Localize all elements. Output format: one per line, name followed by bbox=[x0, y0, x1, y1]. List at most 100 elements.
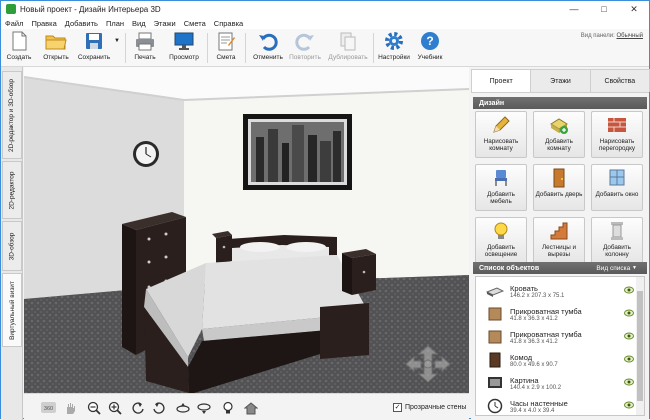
printer-icon bbox=[134, 31, 156, 51]
draw-room-button[interactable]: Нарисовать комнату bbox=[475, 111, 527, 158]
add-window-button[interactable]: Добавить окно bbox=[591, 164, 643, 211]
checkbox-box[interactable]: ✓ bbox=[393, 403, 402, 412]
menu-bar: Файл Правка Добавить План Вид Этажи Смет… bbox=[1, 17, 649, 29]
panel-view-value[interactable]: Обычный bbox=[616, 33, 643, 39]
redo-icon bbox=[294, 31, 316, 51]
visibility-icon[interactable] bbox=[624, 332, 634, 340]
stairs-cutouts-button[interactable]: Лестницы и вырезы bbox=[533, 217, 585, 264]
menu-floors[interactable]: Этажи bbox=[150, 19, 180, 28]
close-button[interactable]: ✕ bbox=[619, 1, 649, 17]
add-room-button[interactable]: Добавить комнату bbox=[533, 111, 585, 158]
window-icon bbox=[607, 168, 627, 188]
print-button[interactable]: Печать bbox=[131, 31, 159, 65]
tab-3d-view[interactable]: 3D-обзор bbox=[2, 221, 22, 271]
visibility-icon[interactable] bbox=[624, 309, 634, 317]
minimize-button[interactable]: — bbox=[559, 1, 589, 17]
menu-help[interactable]: Справка bbox=[210, 19, 247, 28]
add-lighting-button[interactable]: Добавить освещение bbox=[475, 217, 527, 264]
pencil-icon bbox=[491, 115, 511, 135]
save-dropdown[interactable]: ▼ bbox=[113, 31, 121, 65]
create-button[interactable]: Создать bbox=[5, 31, 33, 65]
tab-properties[interactable]: Свойства bbox=[589, 69, 650, 92]
estimate-button[interactable]: Смета bbox=[213, 31, 239, 65]
tab-project[interactable]: Проект bbox=[471, 69, 532, 92]
chair-icon bbox=[491, 168, 511, 188]
panel-view-selector[interactable]: Вид панели: Обычный bbox=[581, 33, 643, 39]
draw-partition-button[interactable]: Нарисовать перегородку bbox=[591, 111, 643, 158]
home-view-icon[interactable] bbox=[243, 400, 258, 415]
rotate-right-icon[interactable] bbox=[151, 400, 166, 415]
transparent-walls-checkbox[interactable]: ✓ Прозрачные стены bbox=[393, 403, 466, 412]
view-toolbar: 360 ✓ Прозрачные стены bbox=[24, 393, 469, 420]
rotate-left-icon[interactable] bbox=[130, 400, 145, 415]
list-item-picture[interactable]: Картина 140.4 x 2.9 x 100.2 bbox=[476, 371, 636, 395]
tab-2d-editor[interactable]: 2D-редактор bbox=[2, 161, 22, 219]
3d-viewport[interactable] bbox=[24, 67, 469, 393]
app-window: Новый проект - Дизайн Интерьера 3D — □ ✕… bbox=[0, 0, 650, 420]
main-toolbar: Создать Открыть Сохранить ▼ Печать Просм… bbox=[1, 29, 649, 67]
settings-button[interactable]: Настройки bbox=[377, 31, 411, 65]
caret-down-icon: ▼ bbox=[632, 265, 637, 271]
list-item-nightstand[interactable]: Прикроватная тумба 41.8 x 36.3 x 41.2 bbox=[476, 325, 636, 349]
column-icon bbox=[607, 221, 627, 241]
light-bulb-icon[interactable] bbox=[220, 400, 235, 415]
maximize-button[interactable]: □ bbox=[589, 1, 619, 17]
app-logo-icon bbox=[6, 4, 16, 14]
object-list-header: Список объектов Вид списка ▼ bbox=[473, 262, 647, 274]
preview-button[interactable]: Просмотр bbox=[167, 31, 201, 65]
tab-virtual-visit[interactable]: Виртуальный визит bbox=[2, 273, 22, 347]
picture-icon bbox=[486, 375, 504, 391]
tilt-down-icon[interactable] bbox=[196, 400, 211, 415]
wall-clock[interactable] bbox=[133, 141, 159, 167]
zoom-in-icon[interactable] bbox=[107, 400, 122, 415]
list-item-wall-clock[interactable]: Часы настенные 39.4 x 4.0 x 39.4 bbox=[476, 394, 636, 415]
list-item-nightstand[interactable]: Прикроватная тумба 41.8 x 36.3 x 41.2 bbox=[476, 302, 636, 326]
duplicate-icon bbox=[337, 31, 359, 51]
new-file-icon bbox=[8, 31, 30, 51]
redo-button[interactable]: Повторить bbox=[287, 31, 323, 65]
menu-view[interactable]: Вид bbox=[128, 19, 150, 28]
list-item-dresser[interactable]: Комод 80.0 x 49.6 x 90.7 bbox=[476, 348, 636, 372]
scrollbar-thumb[interactable] bbox=[637, 291, 643, 401]
menu-estimate[interactable]: Смета bbox=[180, 19, 210, 28]
rotate-360-icon[interactable]: 360 bbox=[41, 400, 56, 415]
visibility-icon[interactable] bbox=[624, 401, 634, 409]
menu-plan[interactable]: План bbox=[102, 19, 128, 28]
title-bar: Новый проект - Дизайн Интерьера 3D — □ ✕ bbox=[1, 1, 649, 17]
undo-icon bbox=[257, 31, 279, 51]
menu-add[interactable]: Добавить bbox=[61, 19, 102, 28]
undo-button[interactable]: Отменить bbox=[251, 31, 285, 65]
nightstand-right[interactable] bbox=[342, 249, 376, 295]
menu-file[interactable]: Файл bbox=[1, 19, 27, 28]
floppy-icon bbox=[83, 31, 105, 51]
menu-edit[interactable]: Правка bbox=[27, 19, 60, 28]
save-button[interactable]: Сохранить bbox=[77, 31, 111, 65]
help-icon: ? bbox=[419, 31, 441, 51]
list-view-dropdown[interactable]: Вид списка ▼ bbox=[596, 265, 637, 272]
list-item-bed[interactable]: Кровать 146.2 x 207.3 x 75.1 bbox=[476, 279, 636, 303]
add-door-button[interactable]: Добавить дверь bbox=[533, 164, 585, 211]
wall-picture[interactable] bbox=[243, 114, 352, 190]
visibility-icon[interactable] bbox=[624, 355, 634, 363]
open-button[interactable]: Открыть bbox=[41, 31, 71, 65]
visibility-icon[interactable] bbox=[624, 378, 634, 386]
design-section-header: Дизайн bbox=[473, 97, 647, 109]
hand-pan-icon[interactable] bbox=[62, 400, 77, 415]
visibility-icon[interactable] bbox=[624, 286, 634, 294]
zoom-out-icon[interactable] bbox=[86, 400, 101, 415]
add-column-button[interactable]: Добавить колонну bbox=[591, 217, 643, 264]
tab-2d-and-3d[interactable]: 2D-редактор и 3D-обзор bbox=[2, 71, 22, 159]
tilt-up-icon[interactable] bbox=[175, 400, 190, 415]
tutorial-button[interactable]: ? Учебник bbox=[415, 31, 445, 65]
bed-icon bbox=[486, 283, 504, 299]
folder-icon bbox=[45, 31, 67, 51]
gear-icon bbox=[383, 31, 405, 51]
duplicate-button[interactable]: Дублировать bbox=[327, 31, 369, 65]
svg-text:?: ? bbox=[426, 34, 433, 48]
clock-icon bbox=[486, 398, 504, 414]
tab-floors[interactable]: Этажи bbox=[530, 69, 591, 92]
room-icon bbox=[549, 115, 569, 135]
add-furniture-button[interactable]: Добавить мебель bbox=[475, 164, 527, 211]
object-list-scrollbar[interactable] bbox=[636, 277, 644, 415]
stairs-icon bbox=[549, 221, 569, 241]
